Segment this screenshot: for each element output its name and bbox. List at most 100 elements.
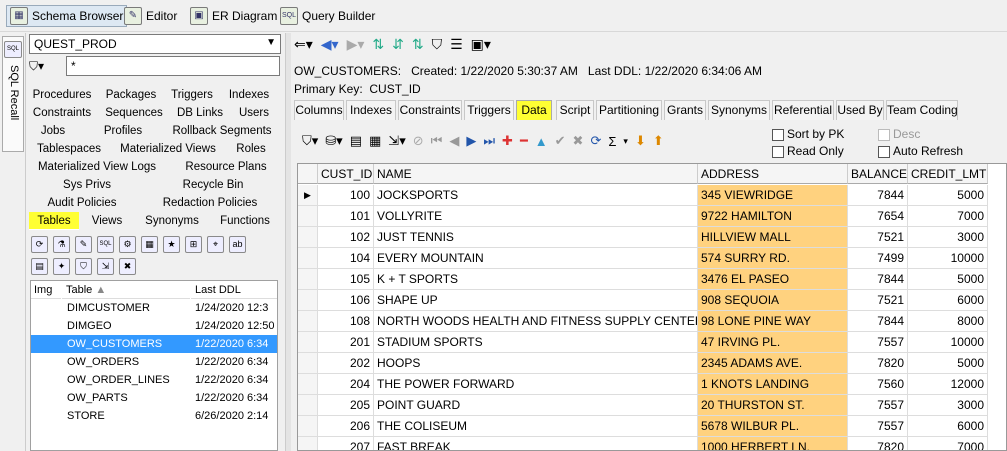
tab-materialized-views[interactable]: Materialized Views (115, 140, 221, 158)
img-column-header[interactable]: Img (31, 281, 61, 299)
chevron-down-icon[interactable]: ▾ (623, 136, 628, 147)
filter-icon[interactable]: ⛉▾ (302, 133, 318, 149)
schema-dropdown[interactable]: QUEST_PROD ▼ (29, 34, 281, 54)
tab-grants[interactable]: Grants (664, 100, 706, 120)
grid-icon[interactable]: ▦ (141, 236, 158, 253)
row-indicator[interactable] (298, 269, 318, 290)
column-header-name[interactable]: NAME (374, 164, 698, 184)
tab-constraints[interactable]: Constraints (27, 104, 97, 122)
list-icon[interactable]: ☰ (450, 36, 463, 53)
cell-balance[interactable]: 7844 (848, 311, 908, 332)
cell-credit-lmt[interactable]: 6000 (908, 416, 988, 437)
hierarchy-icon[interactable]: ⊞ (185, 236, 202, 253)
chart-icon[interactable]: ▤ (31, 258, 48, 275)
cell-cust-id[interactable]: 100 (318, 185, 374, 206)
form-view-icon[interactable]: ▤ (350, 133, 362, 149)
back-arrow-icon[interactable]: ◀▾ (321, 36, 339, 53)
editor-button[interactable]: ✎ Editor (124, 5, 177, 27)
cell-cust-id[interactable]: 108 (318, 311, 374, 332)
tab-audit-policies[interactable]: Audit Policies (37, 194, 127, 212)
tab-data[interactable]: Data (516, 100, 552, 120)
cell-balance[interactable]: 7499 (848, 248, 908, 269)
next-record-icon[interactable]: ▶ (466, 133, 476, 149)
cell-balance[interactable]: 7521 (848, 290, 908, 311)
tab-functions[interactable]: Functions (213, 212, 277, 230)
cell-credit-lmt[interactable]: 7000 (908, 437, 988, 450)
current-row-indicator[interactable]: ▶ (298, 185, 318, 206)
tab-resource-plans[interactable]: Resource Plans (175, 158, 277, 176)
tab-partitioning[interactable]: Partitioning (596, 100, 662, 120)
cell-cust-id[interactable]: 204 (318, 374, 374, 395)
tab-synonyms[interactable]: Synonyms (139, 212, 205, 230)
tab-redaction-policies[interactable]: Redaction Policies (155, 194, 265, 212)
cell-balance[interactable]: 7557 (848, 332, 908, 353)
tab-packages[interactable]: Packages (99, 86, 163, 104)
cell-credit-lmt[interactable]: 10000 (908, 332, 988, 353)
cell-credit-lmt[interactable]: 3000 (908, 395, 988, 416)
tab-materialized-view-logs[interactable]: Materialized View Logs (27, 158, 167, 176)
binoculars-icon[interactable]: ⌖ (207, 236, 224, 253)
cell-balance[interactable]: 7560 (848, 374, 908, 395)
cell-name[interactable]: STADIUM SPORTS (374, 332, 698, 353)
desc-option[interactable]: Desc (878, 127, 920, 141)
cell-address[interactable]: 908 SEQUOIA (698, 290, 848, 311)
cell-name[interactable]: FAST BREAK (374, 437, 698, 450)
database-icon[interactable]: ⛁▾ (325, 133, 342, 149)
row-indicator[interactable] (298, 437, 318, 450)
query-builder-button[interactable]: SQL Query Builder (280, 5, 375, 27)
row-indicator[interactable] (298, 395, 318, 416)
cell-name[interactable]: NORTH WOODS HEALTH AND FITNESS SUPPLY CE… (374, 311, 698, 332)
insert-record-icon[interactable]: ✚ (502, 133, 513, 149)
row-indicator[interactable] (298, 290, 318, 311)
export-icon[interactable]: ⇲▾ (388, 133, 405, 149)
tab-indexes[interactable]: Indexes (221, 86, 277, 104)
sync-icon[interactable]: ⇅ (372, 36, 384, 53)
cell-name[interactable]: JOCKSPORTS (374, 185, 698, 206)
cell-cust-id[interactable]: 201 (318, 332, 374, 353)
table-row[interactable]: OW_ORDER_LINES 1/22/2020 6:34 (31, 371, 277, 389)
cell-credit-lmt[interactable]: 6000 (908, 290, 988, 311)
cell-credit-lmt[interactable]: 10000 (908, 248, 988, 269)
edit-record-icon[interactable]: ▲ (535, 134, 548, 149)
read-only-option[interactable]: Read Only (772, 144, 844, 158)
tab-script[interactable]: Script (556, 100, 594, 120)
cell-address[interactable]: 5678 WILBUR PL. (698, 416, 848, 437)
pencil-icon[interactable]: ✎ (75, 236, 92, 253)
tab-views[interactable]: Views (83, 212, 131, 230)
tab-used-by[interactable]: Used By (836, 100, 884, 120)
refresh-icon[interactable]: ⟳ (590, 133, 601, 149)
tab-team-coding[interactable]: Team Coding (886, 100, 958, 120)
cell-credit-lmt[interactable]: 8000 (908, 311, 988, 332)
last-ddl-column-header[interactable]: Last DDL (191, 281, 277, 299)
cell-cust-id[interactable]: 102 (318, 227, 374, 248)
row-indicator[interactable] (298, 248, 318, 269)
row-indicator[interactable] (298, 311, 318, 332)
filter-icon[interactable]: ⛉ (75, 258, 92, 275)
column-header-balance[interactable]: BALANCE (848, 164, 908, 184)
column-header-address[interactable]: ADDRESS (698, 164, 848, 184)
table-row[interactable]: DIMGEO 1/24/2020 12:50 (31, 317, 277, 335)
read-only-checkbox[interactable] (772, 145, 784, 158)
cell-name[interactable]: K + T SPORTS (374, 269, 698, 290)
cell-cust-id[interactable]: 105 (318, 269, 374, 290)
desc-checkbox[interactable] (878, 128, 890, 141)
stop-icon[interactable]: ⊘ (413, 133, 424, 149)
cell-credit-lmt[interactable]: 5000 (908, 353, 988, 374)
tab-rollback-segments[interactable]: Rollback Segments (167, 122, 277, 140)
cell-address[interactable]: 3476 EL PASEO (698, 269, 848, 290)
table-row[interactable]: OW_PARTS 1/22/2020 6:34 (31, 389, 277, 407)
grid-view-icon[interactable]: ▦ (369, 133, 381, 149)
tab-referential[interactable]: Referential (772, 100, 834, 120)
row-indicator[interactable] (298, 374, 318, 395)
tab-sequences[interactable]: Sequences (99, 104, 169, 122)
sync-down-icon[interactable]: ⇵ (392, 36, 404, 53)
cell-name[interactable]: JUST TENNIS (374, 227, 698, 248)
cell-address[interactable]: HILLVIEW MALL (698, 227, 848, 248)
tab-roles[interactable]: Roles (225, 140, 277, 158)
schema-browser-button[interactable]: ▦ Schema Browser (6, 5, 128, 27)
cell-cust-id[interactable]: 205 (318, 395, 374, 416)
tab-indexes[interactable]: Indexes (346, 100, 396, 120)
tab-users[interactable]: Users (231, 104, 277, 122)
tab-constraints[interactable]: Constraints (398, 100, 462, 120)
save-icon[interactable]: ⬇ (635, 133, 646, 149)
